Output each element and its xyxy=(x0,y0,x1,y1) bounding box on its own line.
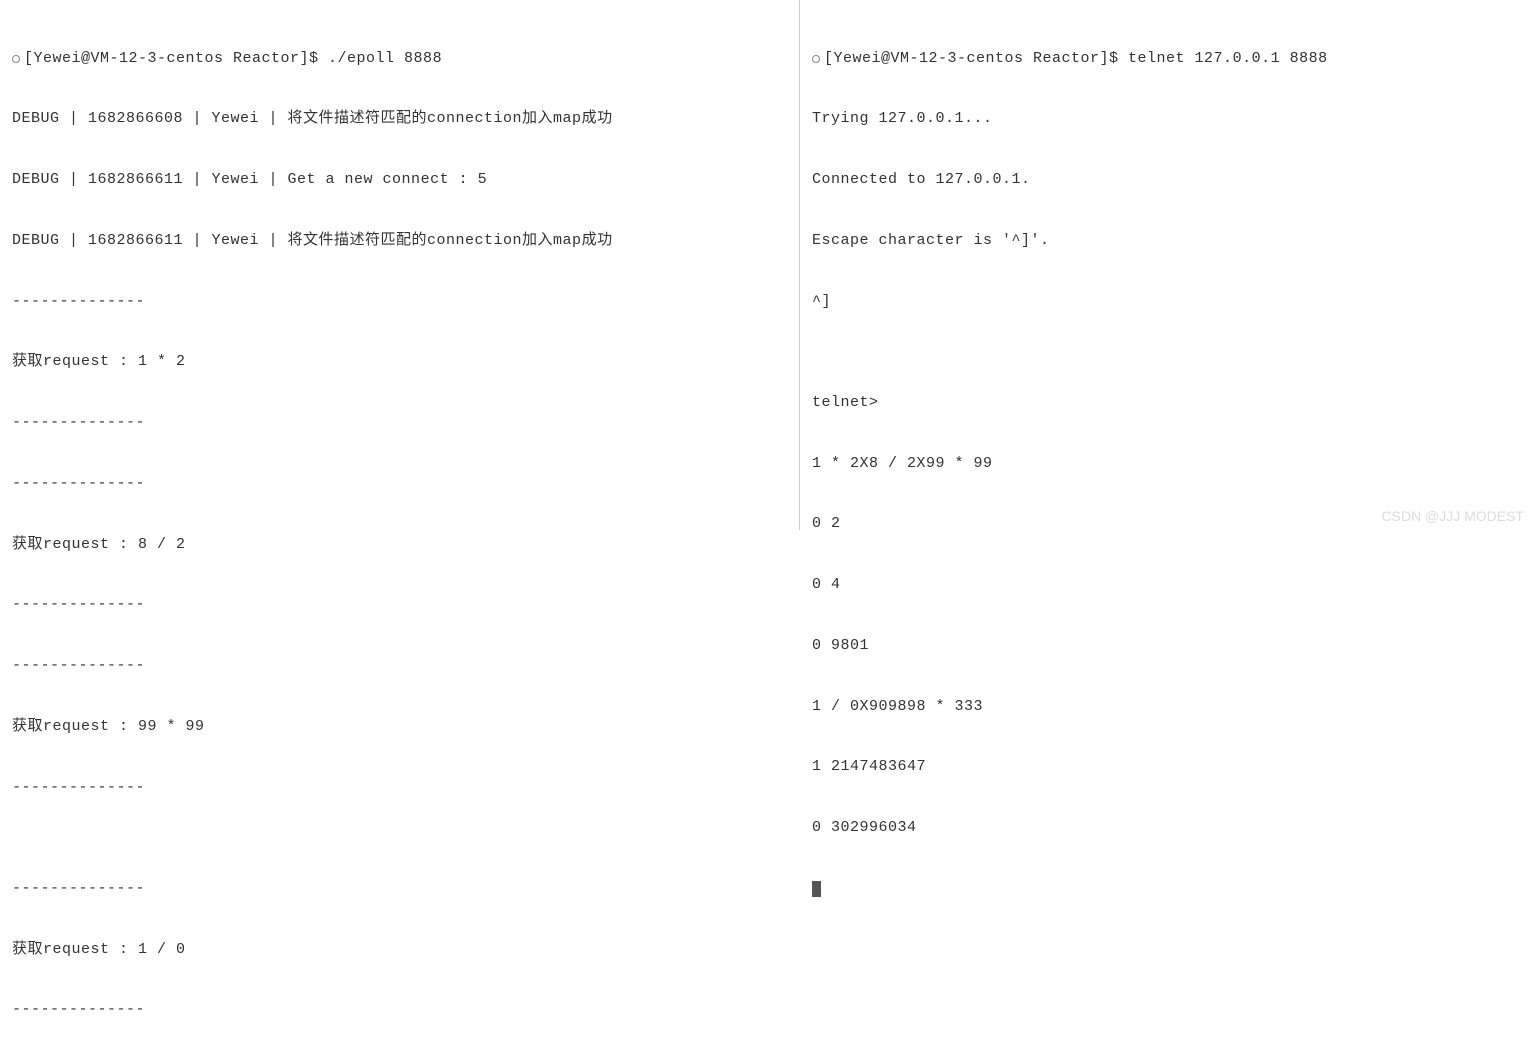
prompt-line-left: [Yewei@VM-12-3-centos Reactor]$ ./epoll … xyxy=(12,49,787,69)
output-line: telnet> xyxy=(812,393,1524,413)
output-line: Trying 127.0.0.1... xyxy=(812,109,1524,129)
shell-prompt: [Yewei@VM-12-3-centos Reactor]$ xyxy=(824,49,1128,69)
output-line: -------------- xyxy=(12,413,787,433)
output-line: -------------- xyxy=(12,1000,787,1020)
shell-prompt: [Yewei@VM-12-3-centos Reactor]$ xyxy=(24,49,328,69)
output-line: 获取request : 99 * 99 xyxy=(12,717,787,737)
output-line: DEBUG | 1682866611 | Yewei | 将文件描述符匹配的co… xyxy=(12,231,787,251)
output-line: -------------- xyxy=(12,778,787,798)
output-line: ^] xyxy=(812,292,1524,312)
cursor-line xyxy=(812,879,1524,899)
output-line: 1 / 0X909898 * 333 xyxy=(812,697,1524,717)
output-line: 获取request : 1 * 2 xyxy=(12,352,787,372)
output-line: 0 302996034 xyxy=(812,818,1524,838)
output-line: -------------- xyxy=(12,656,787,676)
output-line: -------------- xyxy=(12,474,787,494)
output-line: 获取request : 1 / 0 xyxy=(12,940,787,960)
terminal-right-pane[interactable]: [Yewei@VM-12-3-centos Reactor]$ telnet 1… xyxy=(800,0,1536,530)
prompt-line-right: [Yewei@VM-12-3-centos Reactor]$ telnet 1… xyxy=(812,49,1524,69)
output-line: 获取request : 8 / 2 xyxy=(12,535,787,555)
collapse-icon[interactable] xyxy=(812,55,820,63)
output-line: DEBUG | 1682866608 | Yewei | 将文件描述符匹配的co… xyxy=(12,109,787,129)
output-line: Connected to 127.0.0.1. xyxy=(812,170,1524,190)
shell-command: telnet 127.0.0.1 8888 xyxy=(1128,49,1328,69)
output-line: 1 * 2X8 / 2X99 * 99 xyxy=(812,454,1524,474)
output-line: 1 2147483647 xyxy=(812,757,1524,777)
output-line: Escape character is '^]'. xyxy=(812,231,1524,251)
terminal-left-pane[interactable]: [Yewei@VM-12-3-centos Reactor]$ ./epoll … xyxy=(0,0,800,530)
shell-command: ./epoll 8888 xyxy=(328,49,442,69)
output-line: -------------- xyxy=(12,879,787,899)
cursor-block-icon xyxy=(812,881,821,897)
output-line: 0 9801 xyxy=(812,636,1524,656)
collapse-icon[interactable] xyxy=(12,55,20,63)
output-line: -------------- xyxy=(12,292,787,312)
output-line: DEBUG | 1682866611 | Yewei | Get a new c… xyxy=(12,170,787,190)
watermark-text: CSDN @JJJ MODEST xyxy=(1381,508,1524,524)
output-line: 0 4 xyxy=(812,575,1524,595)
output-line: -------------- xyxy=(12,595,787,615)
